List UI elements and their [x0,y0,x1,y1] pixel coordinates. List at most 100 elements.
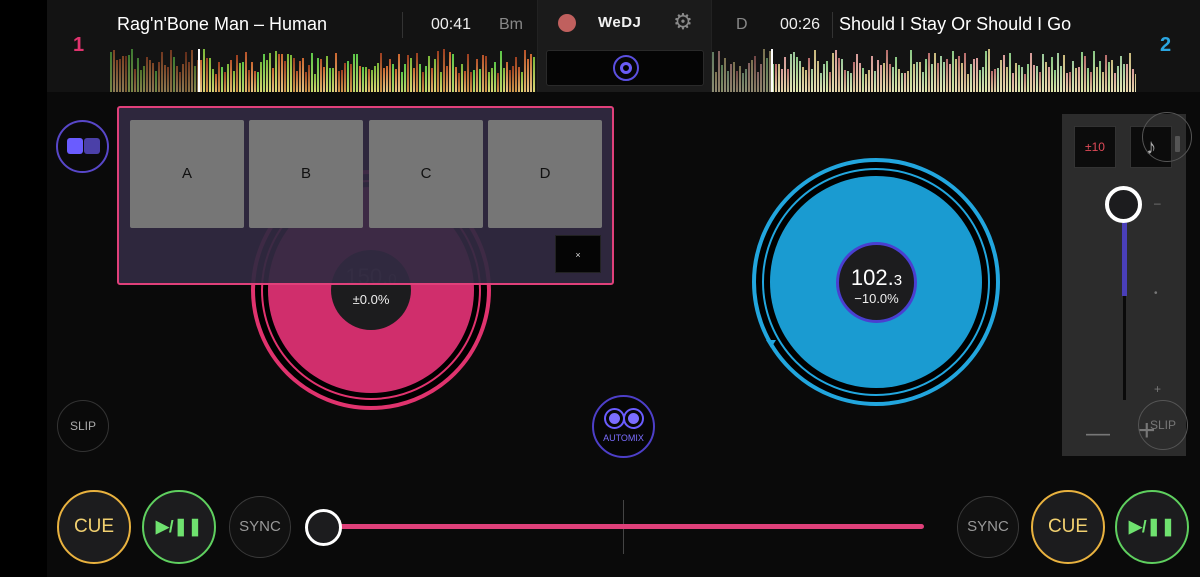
waveform-bar [350,63,352,92]
waveform-bar [997,67,999,92]
waveform-bar [850,73,852,92]
waveform-bar [230,59,232,92]
waveform-bar [1000,60,1002,92]
waveform-bar [730,64,732,92]
waveform-bar [790,53,792,92]
hot-cue-pad-d[interactable]: D [488,120,602,228]
deck-1-waveform[interactable] [110,49,536,92]
waveform-bar [410,58,412,92]
waveform-bar [1105,54,1107,92]
deck-1-slip-button[interactable]: SLIP [57,400,109,452]
waveform-bar [880,65,882,92]
waveform-bar [715,72,717,92]
waveform-bar [332,68,334,92]
hot-cue-pad-c[interactable]: C [369,120,483,228]
waveform-bar [299,61,301,92]
waveform-bar [1054,69,1056,92]
crossfader-knob[interactable] [305,509,342,546]
deck-2-track-title[interactable]: Should I Stay Or Should I Go [839,14,1071,35]
waveform-bar [895,57,897,92]
waveform-bar [841,58,843,92]
waveform-bar [814,50,816,92]
waveform-bar [826,60,828,92]
deck-1-cue-button[interactable]: CUE [57,490,131,564]
waveform-bar [452,53,454,92]
waveform-bar [766,58,768,92]
waveform-bar [254,70,256,92]
waveform-bar [898,68,900,92]
waveform-bar [143,66,145,92]
waveform-bar [1096,66,1098,92]
waveform-bar [188,61,190,92]
pitch-range-button[interactable]: ±10 [1074,126,1116,168]
waveform-bar [859,62,861,92]
waveform-bar [383,67,385,92]
waveform-bar [518,67,520,92]
waveform-bar [1012,73,1014,92]
waveform-bar [1120,56,1122,92]
close-icon[interactable]: × [555,235,601,273]
deck-1-play-pause-button[interactable]: ▶/❚❚ [142,490,216,564]
deck-1-sync-button[interactable]: SYNC [229,496,291,558]
waveform-bar [260,61,262,92]
waveform-bar [937,62,939,92]
waveform-bar [940,55,942,92]
waveform-bar [946,59,948,92]
deck-2-cue-button[interactable]: CUE [1031,490,1105,564]
waveform-bar [757,71,759,92]
waveform-bar [1045,61,1047,92]
deck-1-time: 00:41 [431,16,472,33]
waveform-bar [215,73,217,92]
waveform-bar [1021,67,1023,92]
waveform-bar [371,69,373,92]
waveform-bar [302,58,304,92]
automix-button[interactable]: AUTOMIX [592,395,655,458]
waveform-bar [904,73,906,92]
waveform-bar [925,58,927,92]
deck-2-waveform[interactable] [712,49,1136,92]
waveform-bar [494,61,496,92]
waveform-bar [922,72,924,92]
waveform-bar [530,53,532,92]
waveform-bar [778,63,780,92]
waveform-bar [736,71,738,92]
waveform-bar [335,52,337,92]
deck-2-slip-button[interactable]: SLIP [1138,400,1188,450]
waveform-bar [838,57,840,92]
record-icon[interactable] [558,14,576,32]
target-icon[interactable] [613,55,639,81]
deck-2-sync-button[interactable]: SYNC [957,496,1019,558]
waveform-bar [422,72,424,92]
waveform-bar [931,63,933,92]
waveform-bar [317,57,319,92]
waveform-bar [467,53,469,92]
deck-1-track-title[interactable]: Rag'n'Bone Man – Human [117,14,327,35]
layout-toggle-button[interactable] [56,120,109,173]
pitch-slider-knob[interactable] [1105,186,1142,223]
waveform-bar [425,65,427,92]
waveform-bar [392,64,394,92]
waveform-bar [296,71,298,92]
waveform-bar [799,61,801,92]
deck-2-play-pause-button[interactable]: ▶/❚❚ [1115,490,1189,564]
hot-cue-pad-a[interactable]: A [130,120,244,228]
deck-2-layout-ghost [1142,112,1192,162]
waveform-bar [808,58,810,92]
mini-deck-panel[interactable] [546,50,704,86]
layout-square-icon [67,138,83,154]
pitch-minus-button[interactable]: — [1086,420,1110,448]
waveform-bar [356,54,358,92]
waveform-bar [326,56,328,92]
waveform-bar [727,71,729,92]
header-center-panel: WeDJ ⚙ [537,0,712,92]
waveform-bar [988,49,990,92]
hot-cue-pad-b[interactable]: B [249,120,363,228]
gear-icon[interactable]: ⚙ [672,11,694,33]
waveform-bar [413,68,415,92]
waveform-bar [173,57,175,92]
waveform-bar [344,62,346,92]
waveform-bar [1060,65,1062,92]
crossfader-track[interactable] [330,524,924,529]
waveform-bar [835,49,837,92]
waveform-bar [374,65,376,92]
